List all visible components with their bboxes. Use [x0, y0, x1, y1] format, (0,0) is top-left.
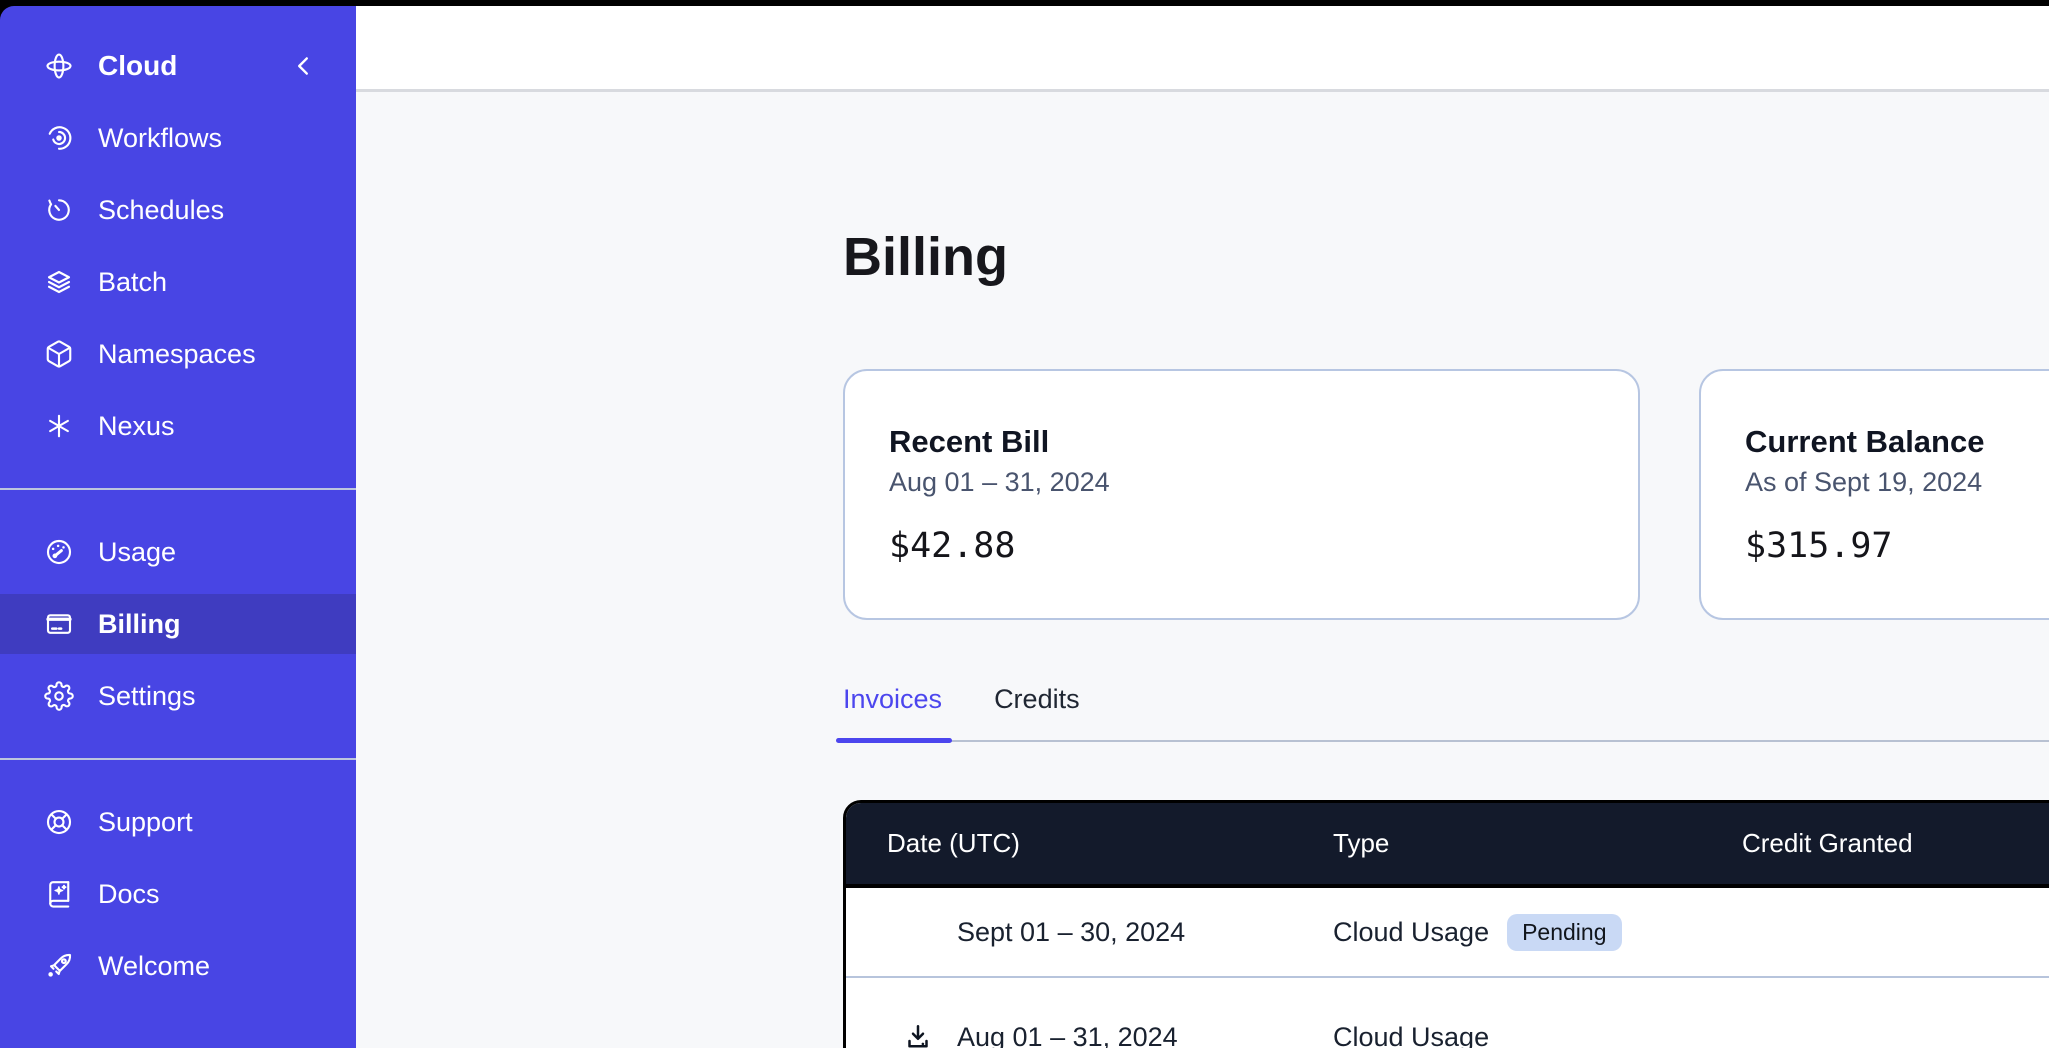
invoice-date: Aug 01 – 31, 2024	[957, 1022, 1178, 1048]
card-title: Recent Bill	[889, 421, 1594, 463]
main-area: Billing Recent BillAug 01 – 31, 2024$42.…	[356, 6, 2049, 1048]
sidebar-item-workflows[interactable]: Workflows	[0, 108, 356, 168]
invoice-date: Sept 01 – 30, 2024	[957, 917, 1185, 948]
sidebar-item-welcome[interactable]: Welcome	[0, 936, 356, 996]
page-title: Billing	[843, 220, 2049, 294]
billing-page: Billing Recent BillAug 01 – 31, 2024$42.…	[356, 92, 2049, 1048]
sidebar-item-schedules[interactable]: Schedules	[0, 180, 356, 240]
tab-label: Credits	[994, 684, 1080, 714]
workflows-icon	[44, 123, 74, 153]
billing-tabs: Invoices Credits	[843, 682, 2049, 742]
table-body: Sept 01 – 30, 2024 Cloud Usage Pending Aug …	[846, 888, 2049, 1048]
card-amount: $42.88	[889, 523, 1594, 569]
download-icon[interactable]	[903, 1022, 933, 1048]
type-cell: Cloud Usage	[1293, 1022, 1702, 1048]
sidebar-item-label: Batch	[98, 267, 167, 298]
sidebar-item-label: Settings	[98, 681, 196, 712]
sidebar-item-batch[interactable]: Batch	[0, 252, 356, 312]
sidebar-item-label: Schedules	[98, 195, 224, 226]
sidebar-item-label: Support	[98, 807, 193, 838]
date-cell: Aug 01 – 31, 2024	[846, 1022, 1293, 1048]
tab-label: Invoices	[843, 684, 942, 714]
table-row: Sept 01 – 30, 2024 Cloud Usage Pending	[846, 888, 2049, 976]
sidebar-header-label: Cloud	[98, 50, 177, 82]
usage-icon	[44, 537, 74, 567]
sidebar-divider	[0, 758, 356, 760]
sidebar-item-docs[interactable]: Docs	[0, 864, 356, 924]
sidebar-item-nexus[interactable]: Nexus	[0, 396, 356, 456]
sidebar-item-label: Usage	[98, 537, 176, 568]
card-amount: $315.97	[1745, 523, 2049, 569]
invoice-type: Cloud Usage	[1333, 1022, 1489, 1048]
column-header-credit-granted: Credit Granted	[1702, 828, 2049, 859]
sidebar-item-label: Billing	[98, 609, 181, 640]
table-row: Aug 01 – 31, 2024 Cloud Usage	[846, 976, 2049, 1048]
temporal-cloud-icon	[44, 51, 74, 81]
sidebar-item-label: Docs	[98, 879, 160, 910]
topbar	[356, 6, 2049, 92]
nexus-icon	[44, 411, 74, 441]
sidebar-item-label: Welcome	[98, 951, 210, 982]
invoice-table: Date (UTC)TypeCredit Granted Sept 01 – 3…	[843, 800, 2049, 1048]
sidebar-item-label: Namespaces	[98, 339, 256, 370]
sidebar-item-label: Workflows	[98, 123, 222, 154]
column-header-date-utc: Date (UTC)	[846, 828, 1293, 859]
batch-icon	[44, 267, 74, 297]
sidebar-item-label: Nexus	[98, 411, 175, 442]
sidebar-item-support[interactable]: Support	[0, 792, 356, 852]
sidebar-header[interactable]: Cloud	[0, 36, 356, 96]
sidebar-divider	[0, 488, 356, 490]
current-balance-card: Current BalanceAs of Sept 19, 2024 $315.9…	[1699, 369, 2049, 620]
app-window: Cloud Workflows Schedules Batch Namespaces N…	[0, 6, 2049, 1048]
type-cell: Cloud Usage Pending	[1293, 914, 1702, 951]
sidebar-item-namespaces[interactable]: Namespaces	[0, 324, 356, 384]
card-title: Current Balance	[1745, 421, 2049, 463]
welcome-icon	[44, 951, 74, 981]
sidebar-item-usage[interactable]: Usage	[0, 522, 356, 582]
column-header-type: Type	[1293, 828, 1702, 859]
status-badge: Pending	[1507, 914, 1621, 951]
table-header-row: Date (UTC)TypeCredit Granted	[846, 803, 2049, 888]
tab-credits[interactable]: Credits	[994, 682, 1080, 740]
sidebar-nav: Workflows Schedules Batch Namespaces Nexus Us…	[0, 108, 356, 996]
date-cell: Sept 01 – 30, 2024	[846, 917, 1293, 948]
sidebar-item-billing[interactable]: Billing	[0, 594, 356, 654]
billing-icon	[44, 609, 74, 639]
invoice-type: Cloud Usage	[1333, 917, 1489, 948]
summary-cards: Recent BillAug 01 – 31, 2024 $42.88 Curren…	[843, 369, 2049, 620]
recent-bill-card: Recent BillAug 01 – 31, 2024 $42.88	[843, 369, 1640, 620]
sidebar: Cloud Workflows Schedules Batch Namespaces N…	[0, 6, 356, 1048]
sidebar-item-settings[interactable]: Settings	[0, 666, 356, 726]
support-icon	[44, 807, 74, 837]
chevron-left-icon[interactable]	[290, 53, 316, 79]
tab-invoices[interactable]: Invoices	[843, 682, 942, 740]
schedules-icon	[44, 195, 74, 225]
docs-icon	[44, 879, 74, 909]
namespaces-icon	[44, 339, 74, 369]
settings-icon	[44, 681, 74, 711]
card-subtitle: As of Sept 19, 2024	[1745, 463, 2049, 501]
card-subtitle: Aug 01 – 31, 2024	[889, 463, 1594, 501]
